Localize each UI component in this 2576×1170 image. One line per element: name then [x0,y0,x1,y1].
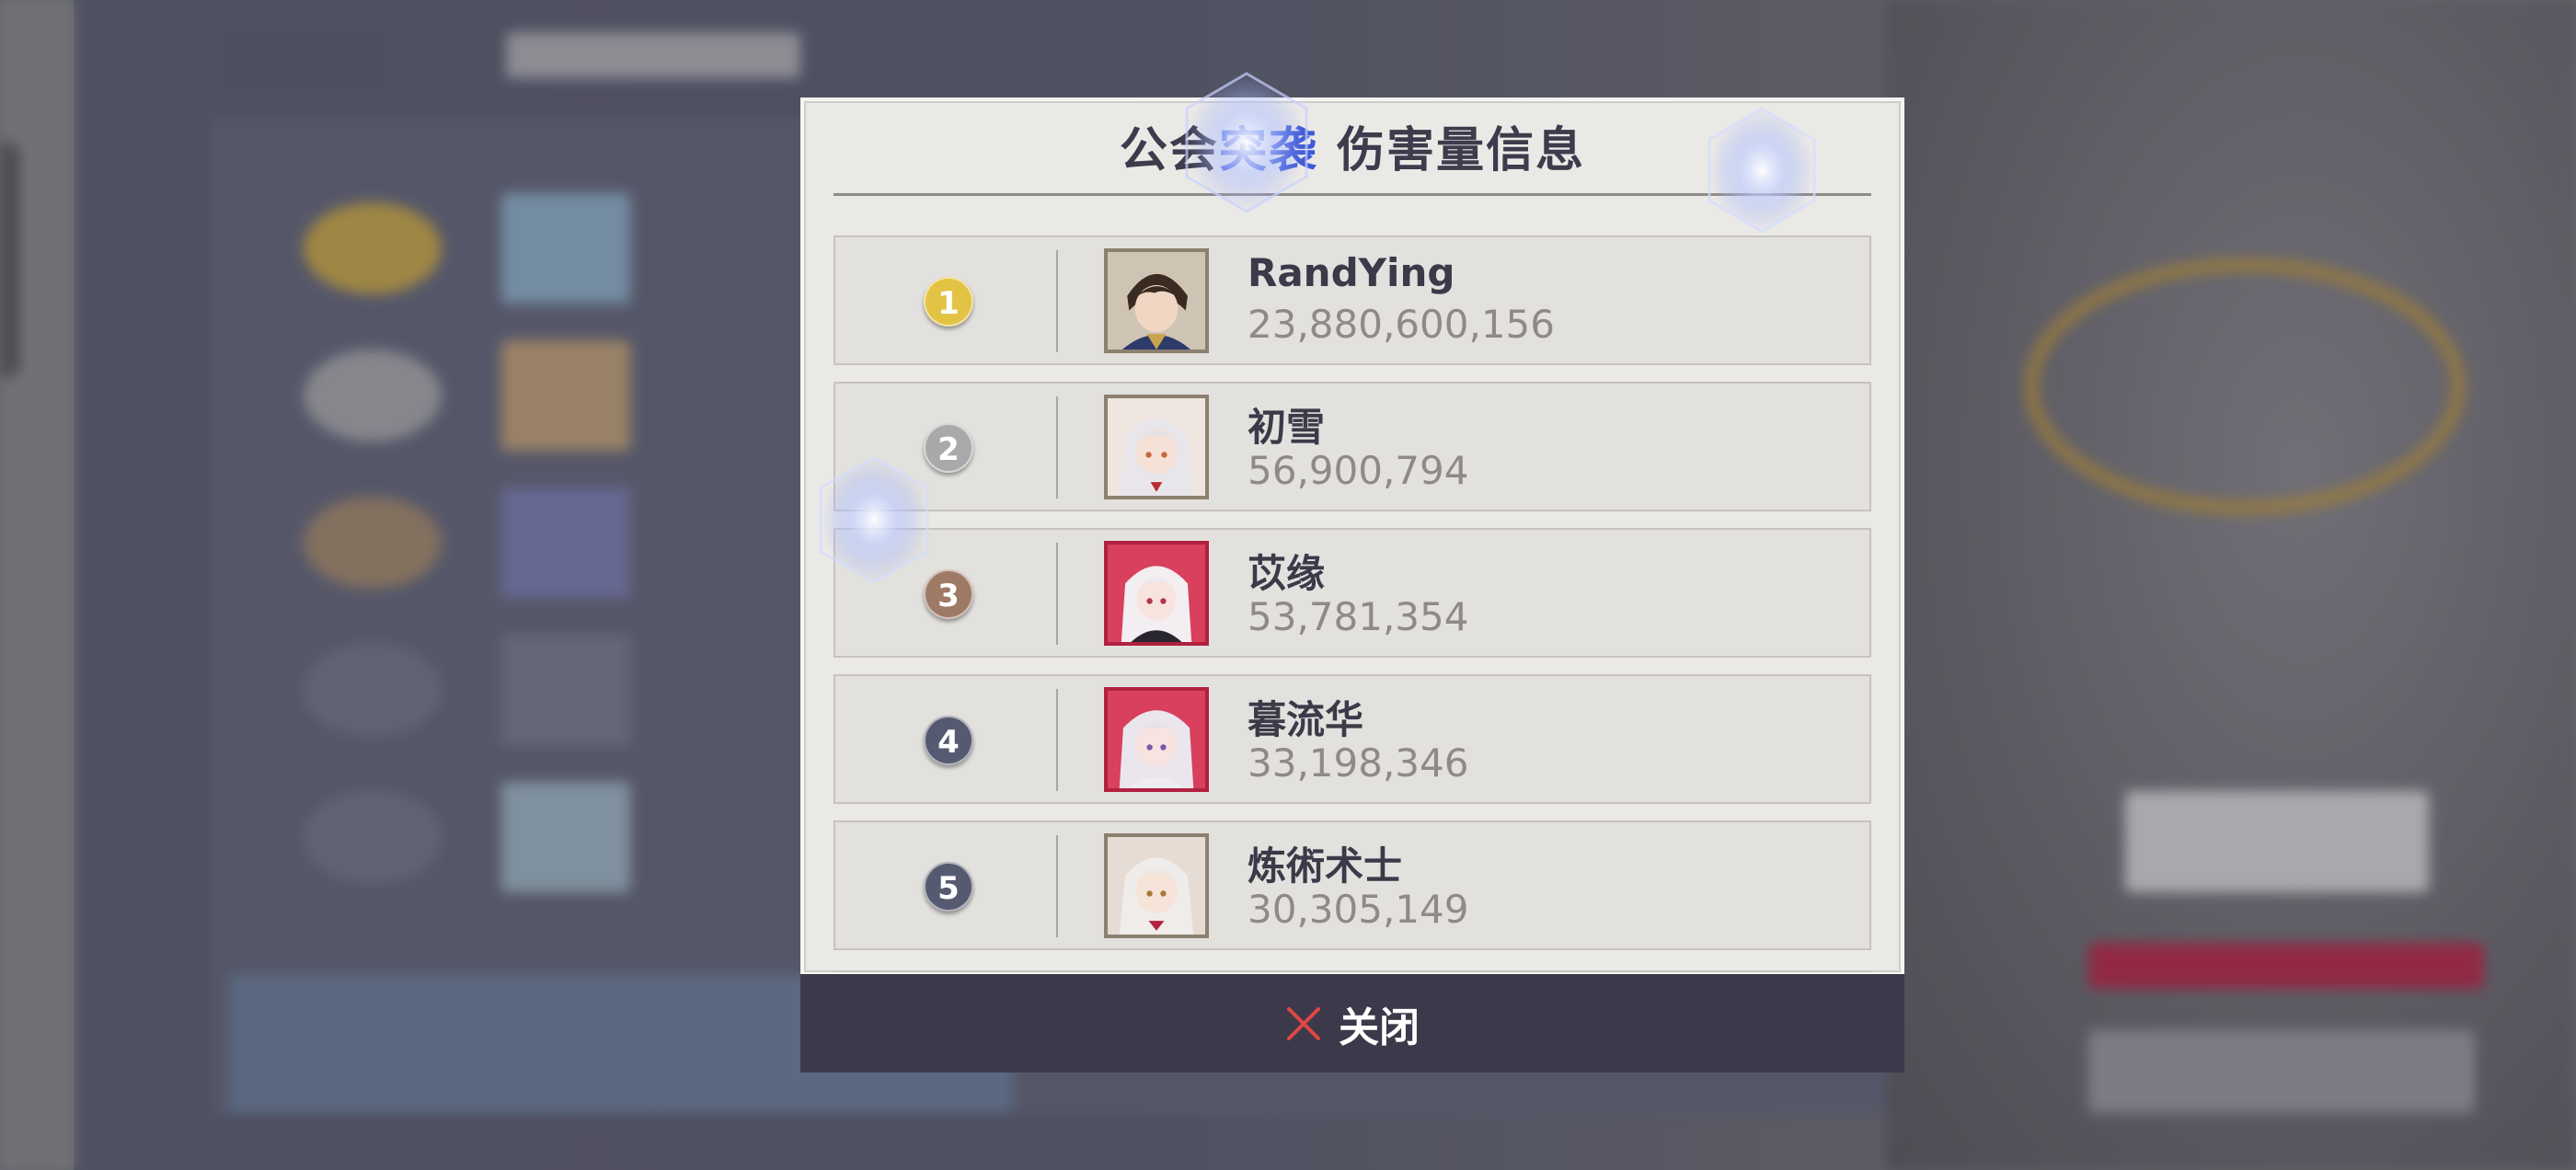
title-suffix: 伤害量信息 [1317,123,1586,178]
title-divider [834,193,1871,196]
player-avatar[interactable] [1104,248,1209,353]
close-x-icon [1287,1006,1320,1040]
dialog-title: 公会突袭 伤害量信息 [804,114,1901,188]
ranking-row: 5 炼術术士 30,305,149 [834,820,1871,950]
player-damage: 30,305,149 [1248,887,1469,932]
close-label: 关闭 [1339,1004,1420,1051]
ranking-row: 3 苡缘 53,781,354 [834,528,1871,658]
player-avatar[interactable] [1104,687,1209,792]
row-divider [1056,250,1058,352]
rank-badge: 4 [924,716,973,765]
rank-badge: 5 [924,862,973,912]
player-avatar[interactable] [1104,541,1209,646]
player-name: 初雪 [1248,405,1326,450]
row-divider [1056,835,1058,937]
player-name: 苡缘 [1248,551,1326,596]
player-damage: 33,198,346 [1248,740,1469,786]
close-button[interactable]: 关闭 [1285,994,1420,1053]
rank-badge: 3 [924,569,973,619]
avatar-portrait-icon [1108,837,1205,935]
player-damage: 53,781,354 [1248,594,1469,639]
dialog-footer: 关闭 [800,974,1904,1072]
row-divider [1056,543,1058,645]
ranking-row: 4 暮流华 33,198,346 [834,674,1871,804]
player-name: 暮流华 [1248,697,1364,742]
player-name: 炼術术士 [1248,843,1403,889]
avatar-portrait-icon [1108,545,1205,642]
title-accent: 突袭 [1218,123,1318,178]
title-prefix: 公会 [1119,123,1219,178]
player-name: RandYing [1248,250,1455,295]
ranking-row: 2 初雪 56,900,794 [834,382,1871,511]
damage-info-dialog: 公会突袭 伤害量信息 1 RandYing 2 3,880,600,156 2 初… [800,98,1904,1072]
row-divider [1056,396,1058,499]
player-avatar[interactable] [1104,395,1209,499]
damage-ranking-list: 1 RandYing 23,880,600,156 2 初雪 56,900,79… [834,235,1871,967]
ranking-row: 1 RandYing 23,880,600,156 [834,235,1871,365]
rank-badge: 2 [924,423,973,473]
player-damage: 23,880,600,156 [1248,302,1555,347]
row-divider [1056,689,1058,791]
rank-badge: 1 [924,277,973,327]
player-damage: 56,900,794 [1248,448,1469,493]
avatar-portrait-icon [1108,398,1205,496]
player-avatar[interactable] [1104,833,1209,938]
dialog-body: 公会突袭 伤害量信息 1 RandYing 2 3,880,600,156 2 初… [800,98,1904,976]
avatar-portrait-icon [1108,252,1205,350]
avatar-portrait-icon [1108,691,1205,788]
